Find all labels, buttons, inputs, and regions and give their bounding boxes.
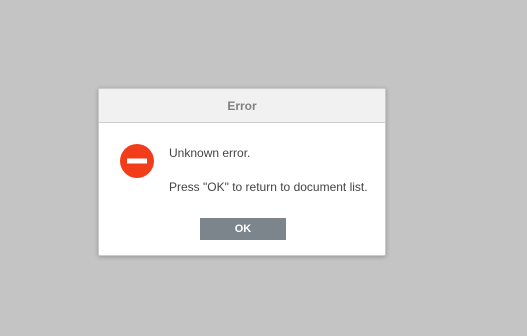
error-message: Unknown error. [169, 146, 251, 160]
dialog-header: Error [99, 89, 385, 123]
dialog-title: Error [227, 98, 257, 113]
error-stop-icon [120, 144, 154, 178]
error-icon-bar [127, 158, 147, 164]
error-instruction: Press "OK" to return to document list. [169, 180, 368, 194]
ok-button[interactable]: OK [200, 218, 286, 240]
error-dialog: Error Unknown error. Press "OK" to retur… [98, 88, 386, 256]
